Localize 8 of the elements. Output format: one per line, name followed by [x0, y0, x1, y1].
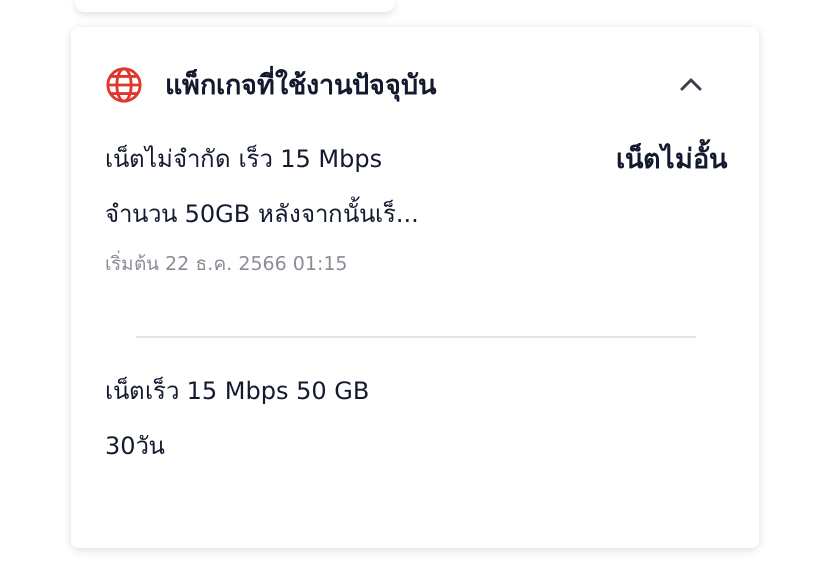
package-name: เน็ตไม่จำกัด เร็ว 15 Mbps: [105, 144, 384, 175]
start-date: เริ่มต้น 22 ธ.ค. 2566 01:15: [105, 248, 419, 278]
package-type-label: เน็ตไม่อั้น: [616, 132, 727, 278]
globe-icon: [105, 66, 143, 104]
section-title: แพ็กเกจที่ใช้งานปัจจุบัน: [165, 63, 677, 106]
package-description: จำนวน 50GB หลังจากนั้นเร็...: [105, 187, 419, 242]
package-detail: เน็ตเร็ว 15 Mbps 50 GB: [105, 376, 370, 407]
package-detail: 30วัน: [105, 431, 166, 462]
